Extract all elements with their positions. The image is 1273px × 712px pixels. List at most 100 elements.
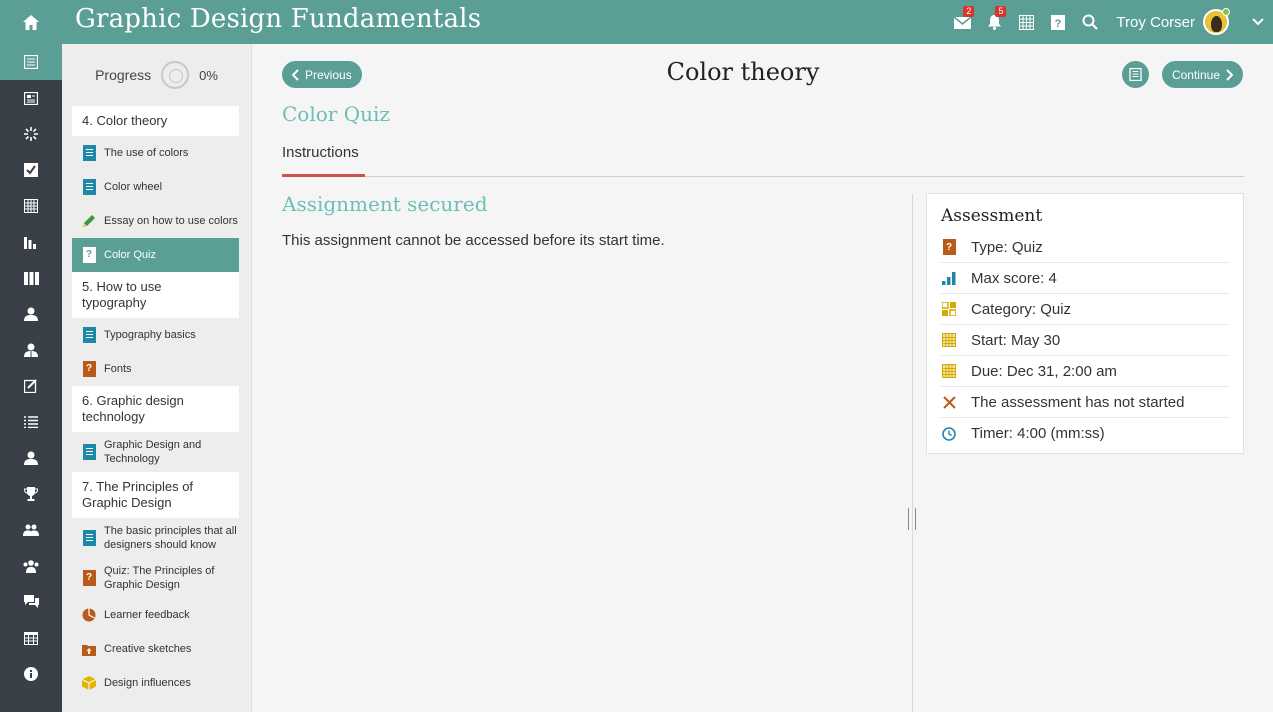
- course-tree-sidebar: Progress 0% 4. Color theory The use of c…: [62, 44, 252, 712]
- rail-calendar[interactable]: [0, 188, 62, 224]
- assessment-status-row: The assessment has not started: [941, 387, 1229, 418]
- pencil-icon: [83, 215, 95, 227]
- grades-icon: [24, 379, 37, 393]
- instructor-icon: [24, 343, 38, 357]
- rail-reports[interactable]: [0, 224, 62, 260]
- rail-assignments[interactable]: [0, 152, 62, 188]
- tree-unit-label: The basic principles that all designers …: [104, 525, 237, 551]
- tree-unit-label: Fonts: [104, 363, 132, 375]
- groups-icon: [23, 524, 39, 536]
- assessment-status: The assessment has not started: [971, 393, 1185, 411]
- notifications-badge: 5: [995, 6, 1007, 17]
- rail-achievements[interactable]: [0, 476, 62, 512]
- rail-course-contents[interactable]: [0, 44, 62, 80]
- tree-unit[interactable]: Creative sketches: [72, 632, 239, 666]
- progress-ring-icon: [161, 61, 190, 89]
- tree-unit-label: Essay on how to use colors: [104, 215, 238, 227]
- quiz-icon: ?: [82, 361, 96, 377]
- list-icon: [24, 416, 38, 428]
- rail-library[interactable]: [0, 260, 62, 296]
- chevron-right-icon: [1226, 68, 1233, 81]
- search-icon: [1082, 14, 1099, 30]
- section-header[interactable]: 6. Graphic design technology: [72, 386, 239, 432]
- book-icon: [1129, 68, 1142, 81]
- previous-label: Previous: [305, 67, 352, 82]
- tree-unit[interactable]: Design influences: [72, 666, 239, 700]
- messages-button[interactable]: 2: [946, 0, 978, 44]
- survey-icon: [82, 608, 96, 622]
- user-avatar-wrap[interactable]: [1203, 8, 1230, 35]
- online-status-dot: [1222, 8, 1230, 16]
- tree-unit[interactable]: The basic principles that all designers …: [72, 518, 239, 558]
- tree-unit[interactable]: ? Fonts: [72, 352, 239, 386]
- resize-handle[interactable]: [908, 508, 916, 530]
- tree-unit-label: Color Quiz: [104, 249, 156, 261]
- assignments-icon: [24, 163, 38, 177]
- assessment-category: Category: Quiz: [971, 300, 1072, 318]
- document-icon: [82, 179, 96, 195]
- section-header[interactable]: 7. The Principles of Graphic Design: [72, 472, 239, 518]
- close-icon: [942, 395, 956, 409]
- rail-list[interactable]: [0, 404, 62, 440]
- category-icon: [942, 302, 956, 316]
- secured-message: This assignment cannot be accessed befor…: [282, 232, 665, 249]
- course-contents-button[interactable]: [1122, 61, 1149, 88]
- unit-title: Color theory: [666, 58, 820, 86]
- course-contents-icon: [24, 55, 38, 69]
- rail-learners[interactable]: [0, 440, 62, 476]
- calendar-grid-icon: [1018, 14, 1034, 30]
- document-icon: [82, 145, 96, 161]
- notifications-button[interactable]: 5: [978, 0, 1010, 44]
- help-button[interactable]: ?: [1042, 0, 1074, 44]
- document-icon: [82, 327, 96, 343]
- document-icon: [82, 530, 96, 546]
- top-bar: Graphic Design Fundamentals 2 5 ? Troy C…: [0, 0, 1273, 44]
- tree-unit-active[interactable]: ? Color Quiz: [72, 238, 239, 272]
- continue-button[interactable]: Continue: [1161, 61, 1243, 88]
- content-tabs: Instructions: [282, 140, 1244, 177]
- rail-events[interactable]: [0, 620, 62, 656]
- section-header[interactable]: 4. Color theory: [72, 106, 239, 136]
- search-button[interactable]: [1074, 0, 1106, 44]
- tree-unit-label: Quiz: The Principles of Graphic Design: [104, 565, 215, 591]
- rail-instructors[interactable]: [0, 332, 62, 368]
- tree-unit[interactable]: Typography basics: [72, 318, 239, 352]
- assessment-timer-row: Timer: 4:00 (mm:ss): [941, 418, 1229, 449]
- home-button[interactable]: [0, 0, 62, 44]
- rail-grades[interactable]: [0, 368, 62, 404]
- tree-unit[interactable]: The use of colors: [72, 136, 239, 170]
- course-info-icon: [24, 91, 38, 105]
- rail-course-info[interactable]: [0, 80, 62, 116]
- user-name[interactable]: Troy Corser: [1116, 14, 1195, 31]
- rail-info[interactable]: [0, 656, 62, 692]
- tab-instructions[interactable]: Instructions: [282, 140, 365, 177]
- document-icon: [82, 444, 96, 460]
- rail-groups[interactable]: [0, 512, 62, 548]
- rail-community[interactable]: [0, 548, 62, 584]
- rail-discussions[interactable]: [0, 584, 62, 620]
- info-icon: [24, 667, 38, 681]
- user-menu-toggle[interactable]: [1243, 0, 1273, 44]
- calendar-button[interactable]: [1010, 0, 1042, 44]
- rail-users[interactable]: [0, 296, 62, 332]
- loading-icon: [24, 127, 38, 141]
- tree-unit-label: Typography basics: [104, 329, 196, 341]
- events-icon: [24, 632, 38, 645]
- tree-unit[interactable]: Essay on how to use colors: [72, 204, 239, 238]
- section-header[interactable]: 5. How to use typography: [72, 272, 239, 318]
- assessment-panel: Assessment ? Type: Quiz Max score: 4 Cat…: [926, 193, 1244, 454]
- tree-unit[interactable]: Color wheel: [72, 170, 239, 204]
- tree-unit-label: Design influences: [104, 677, 191, 689]
- tree-unit[interactable]: Learner feedback: [72, 598, 239, 632]
- tree-unit[interactable]: Graphic Design and Technology: [72, 432, 239, 472]
- tree-unit-label: The use of colors: [104, 147, 189, 159]
- package-icon: [82, 676, 96, 690]
- clock-icon: [942, 426, 956, 441]
- panel-divider: [912, 194, 913, 712]
- tree-unit[interactable]: ? Quiz: The Principles of Graphic Design: [72, 558, 239, 598]
- tree-unit-label: Color wheel: [104, 181, 163, 193]
- progress-indicator: Progress 0%: [62, 44, 251, 106]
- rail-loading[interactable]: [0, 116, 62, 152]
- community-icon: [23, 559, 39, 573]
- previous-button[interactable]: Previous: [282, 61, 362, 88]
